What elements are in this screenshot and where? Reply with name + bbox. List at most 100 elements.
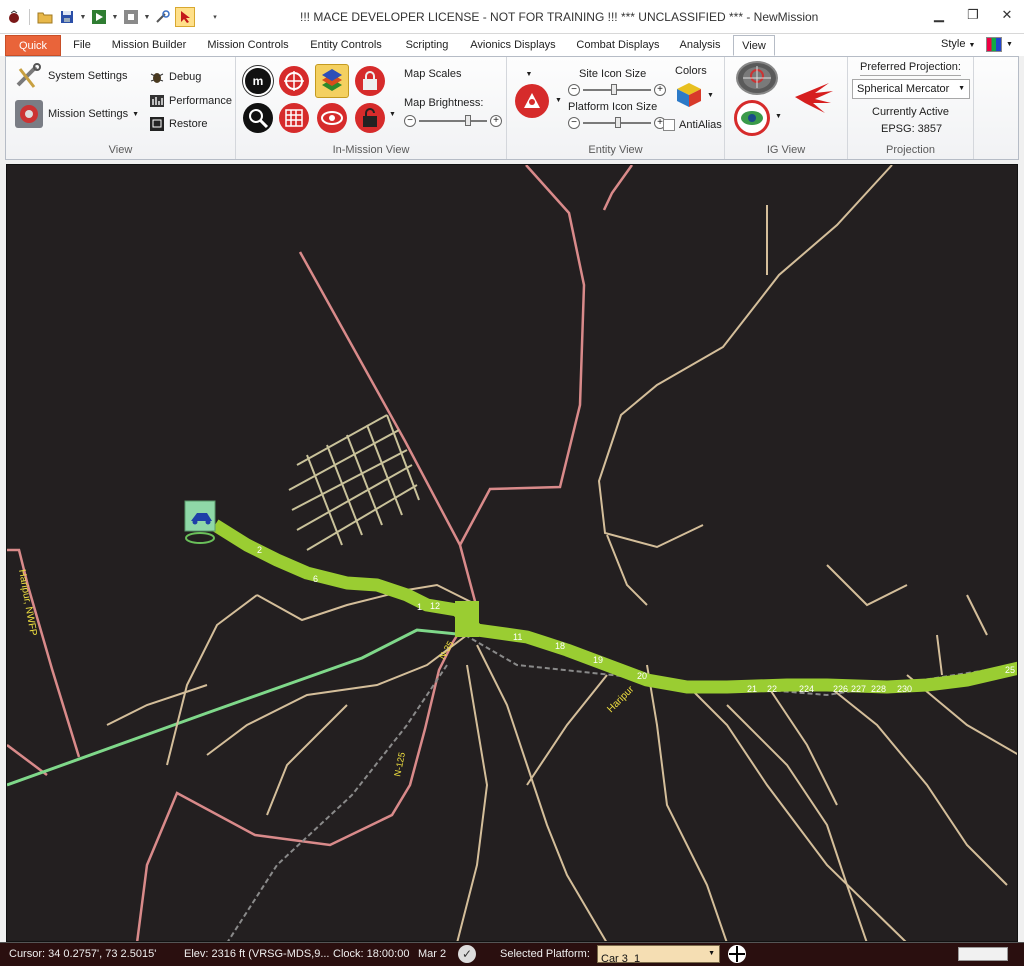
projection-select[interactable]: Spherical Mercator ▼	[852, 79, 970, 99]
tab-combat-displays[interactable]: Combat Displays	[568, 35, 668, 56]
maximize-icon[interactable]: ❐	[956, 0, 990, 30]
entity-type-icon[interactable]	[515, 84, 549, 118]
projection-select-value: Spherical Mercator	[857, 83, 950, 95]
tab-scripting[interactable]: Scripting	[396, 35, 458, 56]
bug-icon	[149, 69, 165, 85]
colors-dropdown-icon: ▼	[707, 91, 714, 99]
mission-settings-button[interactable]: Mission Settings ▼	[14, 99, 139, 129]
site-size-increase-icon[interactable]: +	[654, 84, 666, 96]
color-scheme-icon[interactable]	[986, 37, 1002, 52]
crosshair-center-icon[interactable]	[728, 945, 746, 963]
tab-mission-controls[interactable]: Mission Controls	[200, 35, 296, 56]
entity-type-dropdown-icon[interactable]: ▼	[555, 97, 562, 104]
platform-size-decrease-icon[interactable]: −	[568, 117, 580, 129]
save-dropdown-icon[interactable]: ▼	[79, 14, 87, 21]
open-folder-icon[interactable]	[35, 7, 55, 27]
tab-avionics-displays[interactable]: Avionics Displays	[464, 35, 562, 56]
eye-icon[interactable]	[317, 103, 347, 133]
preferred-projection-label: Preferred Projection:	[860, 61, 961, 76]
car-platform-icon[interactable]	[184, 500, 216, 544]
lock-dropdown-icon[interactable]: ▼	[389, 111, 396, 118]
minimize-icon[interactable]: ▁	[922, 0, 956, 30]
group-view: System Settings Mission Settings ▼ Debug…	[6, 57, 236, 159]
unlock-icon[interactable]	[355, 103, 385, 133]
minor-road	[966, 594, 988, 636]
map-brightness-slider[interactable]: − +	[404, 114, 502, 128]
route-number: 21	[747, 684, 757, 694]
currently-active-label: Currently Active	[872, 106, 950, 118]
close-icon[interactable]: ✕	[990, 0, 1024, 30]
restore-window-icon	[149, 116, 165, 132]
performance-button[interactable]: Performance	[149, 93, 232, 109]
style-menu-label: Style	[941, 38, 966, 50]
style-menu[interactable]: Style ▼	[941, 38, 975, 50]
checkmark-icon[interactable]: ✓	[458, 945, 476, 963]
quick-access-toolbar: ▼ ▼ ▼ ▾	[4, 6, 219, 28]
tab-entity-controls[interactable]: Entity Controls	[302, 35, 390, 56]
platform-icon-size-slider[interactable]: − +	[568, 116, 666, 130]
play-dropdown-icon[interactable]: ▼	[111, 14, 119, 21]
gear-icon	[14, 99, 44, 129]
zoom-search-icon[interactable]	[243, 103, 273, 133]
group-label-ig: IG View	[766, 144, 806, 156]
select-arrow-icon[interactable]	[175, 7, 195, 27]
antialias-checkbox[interactable]: AntiAlias	[663, 119, 722, 131]
debug-button[interactable]: Debug	[149, 69, 201, 85]
target-reticle-icon[interactable]	[279, 66, 309, 96]
restore-button[interactable]: Restore	[149, 116, 208, 132]
colors-button[interactable]: ▼	[675, 81, 714, 109]
minor-road	[826, 684, 1008, 886]
minor-road	[166, 594, 258, 766]
highway-road	[298, 251, 478, 606]
window-controls: ▁ ❐ ✕	[922, 0, 1024, 30]
map-brightness-label: Map Brightness:	[404, 97, 484, 109]
ig-eye-dropdown-icon[interactable]: ▼	[775, 113, 782, 120]
color-scheme-dropdown-icon[interactable]: ▼	[1006, 41, 1013, 48]
route-number: 20	[637, 671, 647, 681]
site-icon-size-slider[interactable]: − +	[568, 83, 666, 97]
ig-eye-icon[interactable]	[734, 100, 770, 136]
status-progress-box	[958, 947, 1008, 961]
map-canvas[interactable]: Haripur, NWFP N-35 N-35 N-125 Haripur 2 …	[7, 165, 1018, 942]
brightness-increase-icon[interactable]: +	[490, 115, 502, 127]
map-label-haripur-nwfp: Haripur, NWFP	[16, 569, 39, 637]
tab-analysis[interactable]: Analysis	[674, 35, 726, 56]
brightness-decrease-icon[interactable]: −	[404, 115, 416, 127]
grid-icon[interactable]	[279, 103, 309, 133]
group-projection: Preferred Projection: Spherical Mercator…	[848, 57, 974, 159]
app-icon[interactable]	[4, 7, 24, 27]
stop-icon[interactable]	[121, 7, 141, 27]
ribbon-view: System Settings Mission Settings ▼ Debug…	[5, 56, 1019, 160]
site-size-thumb[interactable]	[611, 84, 617, 95]
play-icon[interactable]	[89, 7, 109, 27]
platform-size-thumb[interactable]	[615, 117, 621, 128]
route-number: 18	[555, 641, 565, 651]
selected-platform-select[interactable]: Car 3_1 ▼	[597, 945, 720, 965]
tab-quick[interactable]: Quick	[5, 35, 61, 56]
performance-bars-icon	[149, 93, 165, 109]
platform-dropdown-icon: ▼	[708, 950, 715, 957]
route-number: 2	[257, 545, 262, 555]
map-layers-icon[interactable]	[315, 64, 349, 98]
ig-render-button[interactable]	[791, 77, 835, 117]
lock-icon[interactable]	[355, 66, 385, 96]
site-size-decrease-icon[interactable]: −	[568, 84, 580, 96]
platform-icon-size-label: Platform Icon Size	[568, 101, 658, 113]
group-in-mission-view: m ▼ Map Scales ▼ Map Brightness: − + In-…	[236, 57, 532, 159]
highway-road	[7, 548, 81, 758]
antialias-checkbox-box[interactable]	[663, 119, 675, 131]
save-icon[interactable]	[57, 7, 77, 27]
tool-icon[interactable]	[153, 7, 173, 27]
system-settings-button[interactable]: System Settings	[14, 63, 127, 89]
map-view[interactable]: Haripur, NWFP N-35 N-35 N-125 Haripur 2 …	[6, 164, 1018, 942]
minor-road	[826, 564, 908, 607]
stop-dropdown-icon[interactable]: ▼	[143, 14, 151, 21]
tab-file[interactable]: File	[66, 35, 98, 56]
brightness-thumb[interactable]	[465, 115, 471, 126]
map-mode-icon[interactable]: m	[243, 66, 273, 96]
customize-toolbar-icon[interactable]: ▾	[211, 13, 219, 21]
tab-mission-builder[interactable]: Mission Builder	[104, 35, 194, 56]
map-label-n125: N-125	[392, 751, 407, 777]
tab-view[interactable]: View	[733, 35, 775, 56]
ig-globe-icon[interactable]	[736, 61, 778, 95]
